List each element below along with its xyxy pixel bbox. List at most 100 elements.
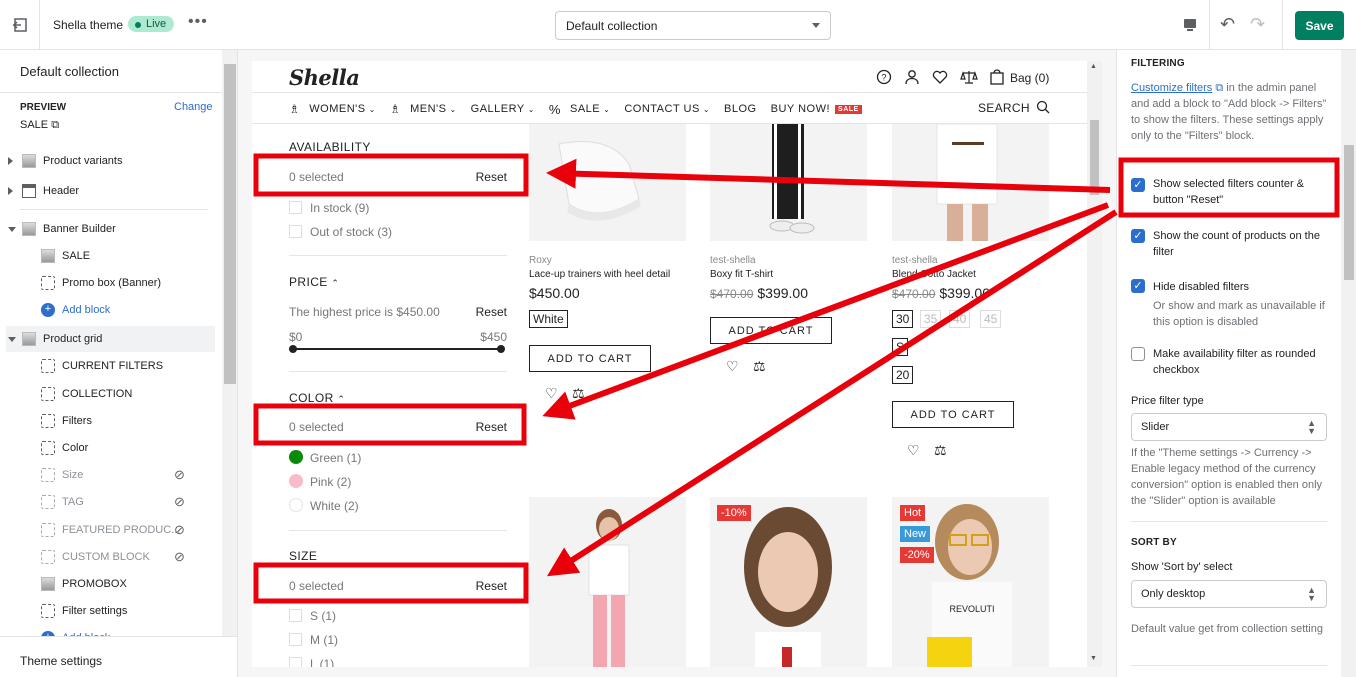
filter-option-label[interactable]: Pink (2) xyxy=(310,475,351,489)
reset-button[interactable]: Reset xyxy=(476,420,507,434)
reset-button[interactable]: Reset xyxy=(476,305,507,319)
compare-icon[interactable]: ⚖ xyxy=(572,385,585,402)
price-slider-min-handle[interactable] xyxy=(289,345,297,353)
scrollbar-thumb[interactable] xyxy=(224,64,236,384)
undo-button[interactable]: ↶ xyxy=(1220,14,1235,35)
product-image[interactable] xyxy=(710,497,867,667)
color-swatch-pink[interactable] xyxy=(289,474,303,488)
save-button[interactable]: Save xyxy=(1295,11,1344,40)
sidebar-item-header[interactable]: Header xyxy=(0,178,222,204)
sidebar-item-filters[interactable]: Filters xyxy=(0,408,222,434)
sidebar-item-banner-builder[interactable]: Banner Builder xyxy=(0,216,222,242)
checkbox-label[interactable]: Show the count of products on the filter xyxy=(1153,228,1333,260)
add-to-cart-button[interactable]: ADD TO CART xyxy=(892,401,1014,428)
variant-option[interactable]: S xyxy=(892,338,909,356)
eye-off-icon[interactable]: ⊘ xyxy=(174,549,185,565)
bag-icon[interactable] xyxy=(990,69,1004,85)
help-icon[interactable]: ? xyxy=(876,69,892,85)
change-preview-link[interactable]: Change xyxy=(174,101,213,113)
collection-select[interactable]: Default collection xyxy=(555,11,831,40)
checkbox[interactable] xyxy=(289,633,302,646)
price-filter-type-select[interactable]: Slider ▲ ▼ xyxy=(1131,413,1327,441)
scrollbar-thumb[interactable] xyxy=(1344,145,1354,280)
filter-option-label[interactable]: In stock (9) xyxy=(310,201,369,215)
product-image[interactable] xyxy=(529,497,686,667)
compare-icon[interactable]: ⚖ xyxy=(753,358,766,375)
sidebar-item-size[interactable]: Size ⊘ xyxy=(0,462,222,488)
scroll-up-icon[interactable]: ▲ xyxy=(1090,63,1097,70)
filter-option-label[interactable]: S (1) xyxy=(310,609,336,623)
add-to-cart-button[interactable]: ADD TO CART xyxy=(710,317,832,344)
compare-icon[interactable] xyxy=(960,69,978,85)
redo-button[interactable]: ↷ xyxy=(1250,14,1265,35)
add-to-cart-button[interactable]: ADD TO CART xyxy=(529,345,651,372)
filter-option-label[interactable]: Green (1) xyxy=(310,451,361,465)
add-block-button[interactable]: + Add block xyxy=(0,297,222,323)
checkbox-hide-disabled[interactable]: ✓ xyxy=(1131,279,1145,293)
scroll-down-icon[interactable]: ▼ xyxy=(1090,655,1097,662)
checkbox[interactable] xyxy=(289,201,302,214)
eye-off-icon[interactable]: ⊘ xyxy=(174,494,185,510)
color-swatch-green[interactable] xyxy=(289,450,303,464)
heart-icon[interactable] xyxy=(932,69,948,85)
sidebar-item-tag[interactable]: TAG ⊘ xyxy=(0,489,222,515)
variant-option[interactable]: 20 xyxy=(892,366,914,384)
filter-option-label[interactable]: L (1) xyxy=(310,657,334,667)
heart-icon[interactable]: ♡ xyxy=(907,442,920,459)
eye-off-icon[interactable]: ⊘ xyxy=(174,467,185,483)
device-preview-button[interactable] xyxy=(1170,0,1210,50)
compare-icon[interactable]: ⚖ xyxy=(934,442,947,459)
nav-womens[interactable]: ♗ WOMEN'S ⌄ xyxy=(289,102,376,116)
user-icon[interactable] xyxy=(904,69,920,85)
nav-blog[interactable]: BLOG xyxy=(724,103,757,115)
heart-icon[interactable]: ♡ xyxy=(726,358,739,375)
sidebar-scrollbar[interactable] xyxy=(222,50,237,636)
product-brand[interactable]: test-shella xyxy=(710,255,756,266)
checkbox-label[interactable]: Hide disabled filters xyxy=(1153,279,1333,295)
color-swatch-white[interactable] xyxy=(289,498,303,512)
sidebar-item-collection[interactable]: COLLECTION xyxy=(0,381,222,407)
filter-availability-title[interactable]: AVAILABILITY xyxy=(289,140,371,154)
checkbox-show-count[interactable]: ✓ xyxy=(1131,229,1145,243)
filter-size-title[interactable]: SIZE xyxy=(289,549,317,563)
checkbox-rounded-availability[interactable] xyxy=(1131,347,1145,361)
nav-contact[interactable]: CONTACT US ⌄ xyxy=(624,103,710,115)
sidebar-item-promo-box[interactable]: Promo box (Banner) xyxy=(0,270,222,296)
sidebar-item-custom-block[interactable]: CUSTOM BLOCK ⊘ xyxy=(0,544,222,570)
scrollbar-thumb[interactable] xyxy=(1090,120,1099,195)
sidebar-item-color[interactable]: Color xyxy=(0,435,222,461)
nav-buy-now[interactable]: BUY NOW! SALE xyxy=(771,103,862,115)
reset-button[interactable]: Reset xyxy=(476,579,507,593)
variant-option[interactable]: 40 xyxy=(949,310,971,328)
checkbox[interactable] xyxy=(289,609,302,622)
heart-icon[interactable]: ♡ xyxy=(545,385,558,402)
product-image[interactable] xyxy=(710,124,867,241)
checkbox[interactable] xyxy=(289,225,302,238)
checkbox[interactable] xyxy=(289,657,302,667)
reset-button[interactable]: Reset xyxy=(476,170,507,184)
variant-option[interactable]: 30 xyxy=(892,310,914,328)
sidebar-item-promobox[interactable]: PROMOBOX xyxy=(0,571,222,597)
more-actions-button[interactable]: ••• xyxy=(188,13,208,31)
nav-gallery[interactable]: GALLERY ⌄ xyxy=(471,103,535,115)
product-image[interactable] xyxy=(529,124,686,241)
variant-option[interactable]: 45 xyxy=(980,310,1002,328)
sort-by-select[interactable]: Only desktop ▲ ▼ xyxy=(1131,580,1327,608)
price-slider-track[interactable] xyxy=(293,348,501,350)
sidebar-item-current-filters[interactable]: CURRENT FILTERS xyxy=(0,353,222,379)
preview-value[interactable]: SALE ⧉ xyxy=(20,119,59,132)
nav-sale[interactable]: % SALE ⌄ xyxy=(549,102,610,117)
filter-color-title[interactable]: COLOR ⌃ xyxy=(289,391,345,405)
variant-option[interactable]: 35 xyxy=(920,310,942,328)
bag-link[interactable]: Bag (0) xyxy=(1010,71,1049,85)
variant-option[interactable]: White xyxy=(529,310,568,328)
exit-button[interactable] xyxy=(0,0,40,50)
checkbox-label[interactable]: Make availability filter as rounded chec… xyxy=(1153,346,1333,378)
filter-price-title[interactable]: PRICE ⌃ xyxy=(289,275,339,289)
search-link[interactable]: SEARCH xyxy=(978,100,1050,115)
product-name[interactable]: Boxy fit T-shirt xyxy=(710,269,773,280)
filter-option-label[interactable]: Out of stock (3) xyxy=(310,225,392,239)
nav-mens[interactable]: ♗ MEN'S ⌄ xyxy=(390,102,457,116)
checkbox-show-counter[interactable]: ✓ xyxy=(1131,178,1145,192)
sidebar-item-product-grid[interactable]: Product grid xyxy=(6,326,215,352)
